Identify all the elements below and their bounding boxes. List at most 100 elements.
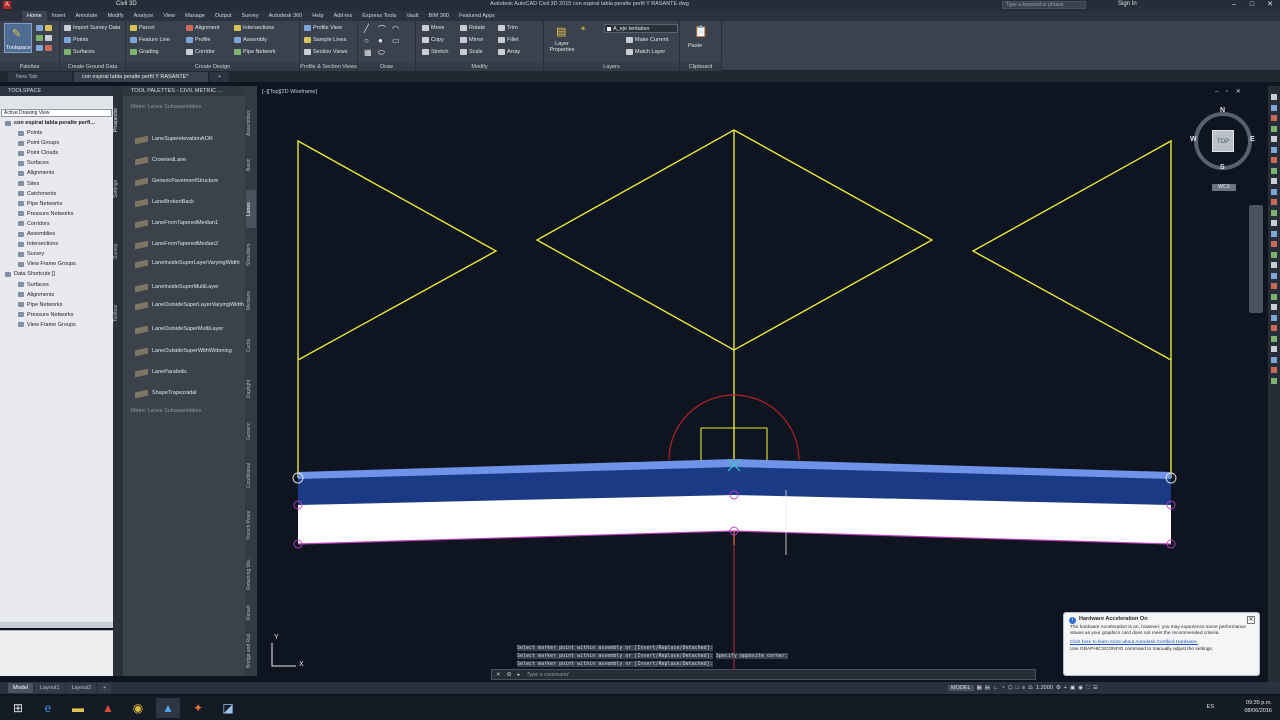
- file-explorer-icon[interactable]: ▬: [66, 698, 90, 718]
- palette-tool[interactable]: LaneParabolic: [135, 368, 247, 377]
- palette-tool[interactable]: ShapeTrapezoidal: [135, 389, 247, 398]
- tree-root[interactable]: con espiral tabla peralte perfi...: [0, 118, 113, 128]
- surfaces-button[interactable]: Surfaces: [64, 49, 95, 55]
- tool-icon[interactable]: [1271, 325, 1277, 331]
- tree-data-shortcuts[interactable]: Data Shortcuts []: [0, 269, 113, 279]
- annotation-scale-value[interactable]: 1:2000: [1036, 685, 1053, 691]
- palette-tool[interactable]: CrownedLane: [135, 156, 247, 165]
- shortcut-item[interactable]: Surfaces: [0, 280, 113, 290]
- tool-icon[interactable]: [1271, 367, 1277, 373]
- tool-icon[interactable]: [1271, 356, 1277, 363]
- pdf-reader-icon[interactable]: ▲: [96, 698, 120, 718]
- tool-icon[interactable]: [1271, 283, 1277, 289]
- media-icon[interactable]: ✦: [186, 698, 210, 718]
- lightbulb-icon[interactable]: ☀: [580, 25, 586, 33]
- tab-add-ins[interactable]: Add-ins: [329, 11, 358, 21]
- panel-label[interactable]: Draw: [358, 63, 415, 71]
- tool-icon[interactable]: [1271, 167, 1277, 174]
- gear-icon[interactable]: ⚙: [1056, 685, 1061, 691]
- tab-bim-360[interactable]: BIM 360: [424, 11, 454, 21]
- windows-start-icon[interactable]: ⊞: [6, 698, 30, 718]
- palette-tab[interactable]: Assemblies: [246, 104, 256, 142]
- panel-label[interactable]: Layers: [544, 63, 679, 71]
- assembly-button[interactable]: Assembly: [234, 37, 267, 43]
- palette-tab[interactable]: Trench Pipes: [246, 506, 256, 544]
- tab-layout1[interactable]: Layout1: [34, 683, 65, 693]
- polyline-icon[interactable]: ⌒: [378, 24, 386, 35]
- prompt-icon[interactable]: ▸: [518, 672, 521, 678]
- compass-north[interactable]: N: [1220, 107, 1225, 114]
- add-tab-button[interactable]: +: [210, 72, 230, 82]
- circle-icon[interactable]: ○: [364, 36, 369, 45]
- palette-tab[interactable]: Daylight: [246, 370, 256, 408]
- copy-button[interactable]: Copy: [422, 37, 444, 43]
- palette-icon[interactable]: [45, 25, 52, 31]
- alignment-button[interactable]: Alignment: [186, 25, 219, 31]
- autocad-civil-icon[interactable]: ▲: [156, 698, 180, 718]
- tool-icon[interactable]: [1271, 178, 1277, 184]
- layer-dropdown[interactable]: A_eje tentativo: [604, 24, 678, 33]
- palette-tab[interactable]: Generic: [246, 412, 256, 450]
- tree-item[interactable]: Intersections: [0, 239, 113, 249]
- tab-survey[interactable]: Survey: [113, 236, 123, 266]
- palette-tab[interactable]: Rehab: [246, 594, 256, 632]
- certified-hardware-link[interactable]: Click here to learn more about Autodesk …: [1070, 640, 1253, 645]
- tree-item[interactable]: Survey: [0, 249, 113, 259]
- search-input[interactable]: Type a keyword or phrase: [1002, 1, 1086, 9]
- tool-icon[interactable]: [1271, 125, 1277, 132]
- tree-item[interactable]: Surfaces: [0, 158, 113, 168]
- app-window-icon[interactable]: ◪: [216, 698, 240, 718]
- close-button[interactable]: ✕: [1262, 0, 1278, 10]
- paste-button[interactable]: 📋 Paste: [686, 25, 714, 53]
- notification-close-button[interactable]: ✕: [1247, 616, 1255, 624]
- trim-button[interactable]: Trim: [498, 25, 518, 31]
- fillet-button[interactable]: Fillet: [498, 37, 519, 43]
- tab-prospector[interactable]: Prospector: [113, 100, 123, 140]
- tab-model[interactable]: Model: [8, 683, 33, 693]
- palette-tool[interactable]: LaneFromTaperedMedian2: [135, 240, 247, 249]
- panel-label[interactable]: Create Design: [126, 63, 299, 71]
- profile-button[interactable]: Profile: [186, 37, 211, 43]
- tool-icon[interactable]: [1271, 115, 1277, 121]
- move-button[interactable]: Move: [422, 25, 444, 31]
- annotation-scale-icon[interactable]: ⚖: [1028, 685, 1033, 691]
- app-logo-icon[interactable]: A: [3, 1, 11, 9]
- palette-tab[interactable]: Lanes: [246, 190, 256, 228]
- compass-east[interactable]: E: [1250, 136, 1255, 143]
- system-clock[interactable]: 09:35 p.m. 08/06/2016: [1244, 699, 1272, 715]
- shortcut-item[interactable]: Alignments: [0, 290, 113, 300]
- palette-tool[interactable]: LaneOutsideSuperWithWidening: [135, 347, 247, 356]
- tool-icon[interactable]: [1271, 335, 1277, 342]
- wrench-icon[interactable]: ⚙: [507, 672, 512, 678]
- palette-tool[interactable]: LaneInsideSuperLayerVaryingWidth: [135, 259, 247, 268]
- hardware-acceleration-icon[interactable]: ▣: [1070, 685, 1075, 691]
- tab-insert[interactable]: Insert: [47, 11, 71, 21]
- array-button[interactable]: Array: [498, 49, 520, 55]
- internet-explorer-icon[interactable]: e: [36, 698, 60, 718]
- ellipse-icon[interactable]: ⬭: [378, 48, 385, 58]
- import-survey-data-button[interactable]: Import Survey Data: [64, 25, 120, 31]
- palette-tool[interactable]: GenericPavementStructure: [135, 177, 247, 186]
- minimize-button[interactable]: –: [1226, 0, 1242, 10]
- tool-icon[interactable]: [1271, 220, 1277, 226]
- tool-icon[interactable]: [1271, 157, 1277, 163]
- palette-tab[interactable]: Curbs: [246, 326, 256, 364]
- tab-vault[interactable]: Vault: [401, 11, 423, 21]
- corridor-button[interactable]: Corridor: [186, 49, 215, 55]
- chrome-icon[interactable]: ◉: [126, 698, 150, 718]
- profile-view-button[interactable]: Profile View: [304, 25, 342, 31]
- layer-properties-button[interactable]: ▤ Layer Properties: [548, 25, 576, 55]
- tool-icon[interactable]: [1271, 346, 1277, 352]
- tree-item[interactable]: Pressure Networks: [0, 209, 113, 219]
- tool-icon[interactable]: [1271, 377, 1277, 384]
- parcel-button[interactable]: Parcel: [130, 25, 155, 31]
- model-space-toggle[interactable]: MODEL: [948, 685, 974, 691]
- lineweight-icon[interactable]: ≡: [1022, 685, 1025, 691]
- tool-icon[interactable]: [1271, 136, 1277, 142]
- palette-tab[interactable]: Basic: [246, 146, 256, 184]
- points-button[interactable]: Points: [64, 37, 88, 43]
- shortcut-item[interactable]: View Frame Groups: [0, 320, 113, 330]
- make-current-button[interactable]: Make Current: [626, 37, 668, 43]
- tree-item[interactable]: Corridors: [0, 219, 113, 229]
- drawing-canvas[interactable]: Y X: [257, 86, 1268, 682]
